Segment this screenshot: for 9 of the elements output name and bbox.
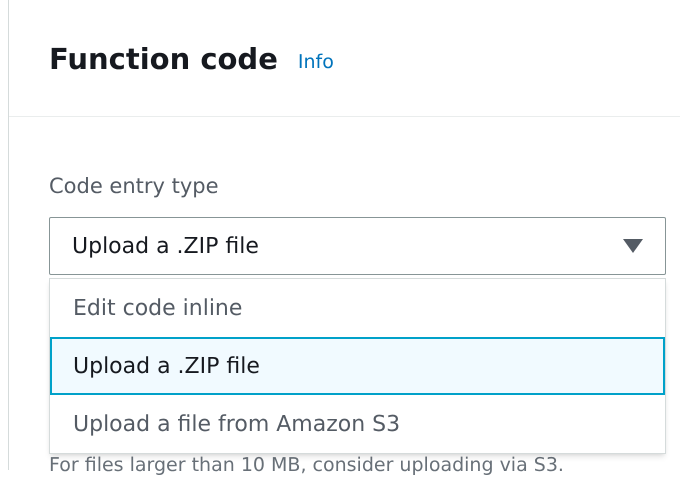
dropdown-option[interactable]: Upload a file from Amazon S3 bbox=[50, 395, 665, 453]
panel-title: Function code bbox=[49, 41, 278, 78]
dropdown-option[interactable]: Edit code inline bbox=[50, 279, 665, 337]
info-link[interactable]: Info bbox=[298, 48, 334, 76]
caret-icon bbox=[623, 239, 643, 253]
hint-text: For files larger than 10 MB, consider uploading via S3. bbox=[49, 453, 565, 478]
field-label: Code entry type bbox=[49, 173, 220, 200]
code-entry-type-select[interactable]: Upload a .ZIP file bbox=[49, 217, 666, 275]
dropdown-option[interactable]: Upload a .ZIP file bbox=[50, 337, 665, 395]
